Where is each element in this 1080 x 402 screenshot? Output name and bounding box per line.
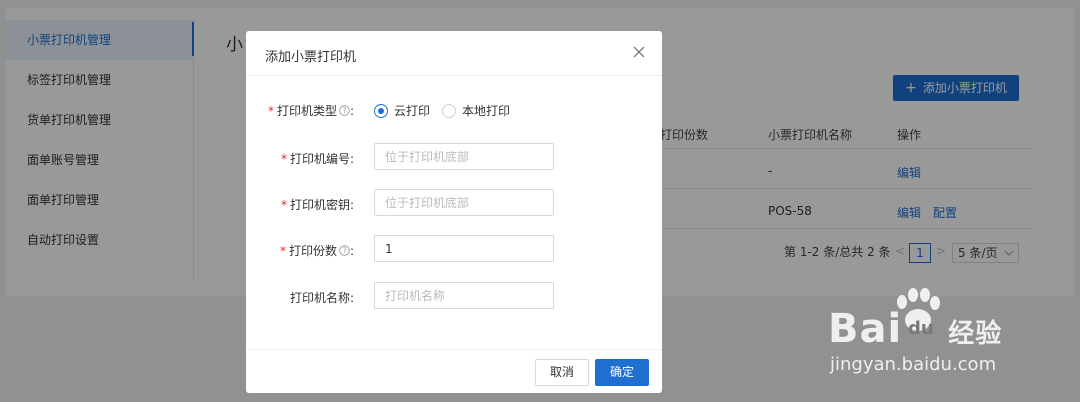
printer-name-input[interactable] <box>374 282 554 309</box>
help-icon[interactable]: ? <box>339 105 350 116</box>
local-print-label: 本地打印 <box>462 104 511 118</box>
colon: : <box>349 152 354 166</box>
printer-type-label: * 打印机类型?: <box>268 102 354 119</box>
printer-type-row: * 打印机类型?: 云打印 本地打印 <box>246 95 662 123</box>
svg-text:?: ? <box>342 106 346 115</box>
print-copies-label: * 打印份数?: <box>280 242 354 259</box>
printer-key-label: * 打印机密钥: <box>281 196 354 213</box>
dialog-title: 添加小票打印机 <box>265 50 357 65</box>
printer-serial-label: * 打印机编号: <box>281 150 354 167</box>
cancel-button[interactable]: 取消 <box>535 359 589 386</box>
printer-name-label: 打印机名称: <box>290 289 354 306</box>
close-icon[interactable] <box>632 45 646 59</box>
printer-serial-input[interactable] <box>374 143 554 170</box>
watermark-brand-2: du <box>908 318 934 339</box>
dialog-header: 添加小票打印机 <box>246 31 662 76</box>
colon: : <box>349 104 354 118</box>
confirm-button[interactable]: 确定 <box>595 359 649 386</box>
watermark-cn: 经验 <box>948 319 1003 349</box>
colon: : <box>349 198 354 212</box>
svg-text:?: ? <box>342 246 346 255</box>
printer-key-input[interactable] <box>374 189 554 216</box>
radio-unchecked-icon <box>442 103 456 118</box>
local-print-radio[interactable]: 本地打印 <box>442 102 510 119</box>
help-icon[interactable]: ? <box>339 245 350 256</box>
print-copies-label-text: 打印份数 <box>288 244 337 258</box>
printer-name-label-text: 打印机名称 <box>289 291 350 305</box>
required-mark: * <box>267 104 274 118</box>
required-mark: * <box>280 198 287 212</box>
printer-key-row: * 打印机密钥: <box>246 189 662 217</box>
printer-serial-label-text: 打印机编号 <box>289 152 350 166</box>
radio-checked-icon <box>374 103 388 118</box>
colon: : <box>349 291 354 305</box>
watermark-url: jingyan.baidu.com <box>830 354 997 375</box>
printer-name-row: 打印机名称: <box>246 282 662 310</box>
add-printer-dialog: 添加小票打印机 *打印机类型?: 云打印 本地打印 *打印机编号: *打印机密钥… <box>246 31 662 393</box>
printer-key-label-text: 打印机密钥 <box>289 198 350 212</box>
cloud-print-radio[interactable]: 云打印 <box>374 102 430 119</box>
required-mark: * <box>279 244 286 258</box>
watermark-brand-1: Bai <box>828 306 903 352</box>
print-copies-row: * 打印份数?: <box>246 235 662 263</box>
dialog-footer: 取消 确定 <box>246 349 662 393</box>
watermark-logo: Bai 经验 du jingyan.baidu.com <box>828 282 1068 382</box>
colon: : <box>349 244 354 258</box>
required-mark: * <box>280 152 287 166</box>
printer-serial-row: * 打印机编号: <box>246 143 662 171</box>
printer-type-label-text: 打印机类型 <box>276 104 337 118</box>
cloud-print-label: 云打印 <box>394 104 431 118</box>
print-copies-input[interactable] <box>374 235 554 262</box>
